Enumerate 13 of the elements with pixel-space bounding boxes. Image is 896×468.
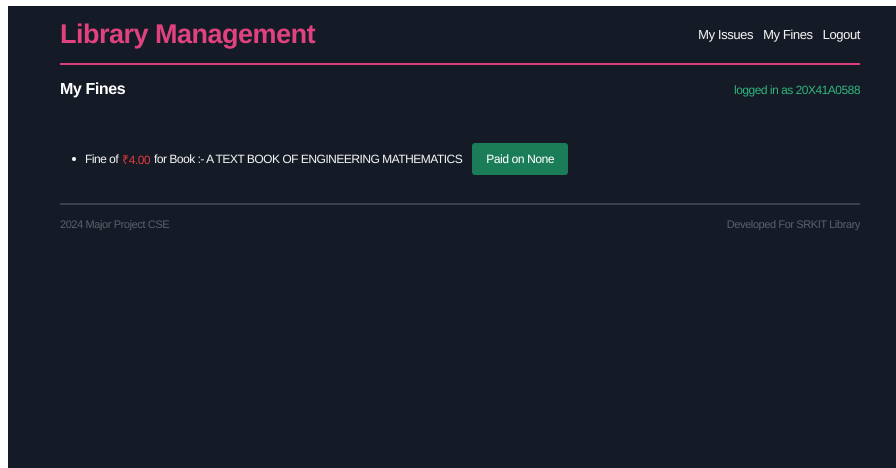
nav-link[interactable]: Logout bbox=[822, 27, 860, 42]
footer-text: 2024 Major Project CSE bbox=[60, 219, 170, 231]
app-title: Library Management bbox=[60, 19, 316, 50]
page-heading: My Fines bbox=[60, 81, 126, 99]
book-title: for Book :- A TEXT BOOK OF ENGINEERING MATHEMATICS bbox=[154, 152, 462, 166]
nav-link[interactable]: My Fines bbox=[763, 27, 813, 42]
footer-text: Developed For SRKIT Library bbox=[726, 219, 860, 231]
bullet-icon bbox=[72, 157, 76, 161]
login-status: logged in as 20X41A0588 bbox=[734, 83, 860, 97]
paid-button[interactable]: Paid on None bbox=[472, 143, 568, 175]
fine-amount: ₹4.00 bbox=[122, 152, 150, 168]
nav-link[interactable]: My Issues bbox=[698, 27, 754, 42]
fine-label: Fine of bbox=[85, 152, 118, 166]
